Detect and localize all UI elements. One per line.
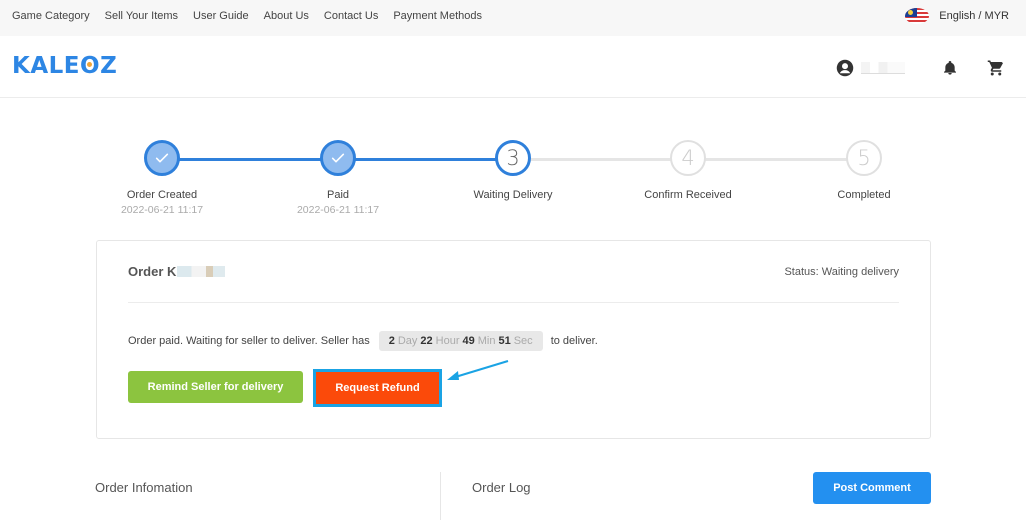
- post-comment-button[interactable]: Post Comment: [813, 472, 931, 504]
- order-card: Order K Status: Waiting delivery Order p…: [96, 240, 931, 439]
- order-log-heading: Order Log: [472, 480, 531, 495]
- step-waiting-delivery: 3 Waiting Delivery: [423, 138, 603, 201]
- nav-user-guide[interactable]: User Guide: [193, 10, 249, 22]
- step-number: 5: [846, 140, 882, 176]
- site-header: KALEOZ: [0, 36, 1026, 98]
- step-number: 4: [670, 140, 706, 176]
- check-icon: [320, 140, 356, 176]
- step-label: Paid: [326, 189, 350, 201]
- nav-sell-your-items[interactable]: Sell Your Items: [105, 10, 178, 22]
- nav-about-us[interactable]: About Us: [264, 10, 309, 22]
- nav-contact-us[interactable]: Contact Us: [324, 10, 378, 22]
- countdown-days: 2: [388, 335, 395, 347]
- step-label: Order Created: [126, 189, 198, 201]
- order-status: Status: Waiting delivery: [784, 266, 899, 278]
- step-order-created: Order Created 2022-06-21 11:17: [72, 138, 252, 216]
- order-progress-stepper: Order Created 2022-06-21 11:17 Paid 2022…: [0, 138, 1026, 228]
- annotation-arrow-icon: [447, 360, 509, 380]
- language-label: English / MYR: [939, 10, 1009, 22]
- header-actions: [835, 58, 1006, 78]
- countdown-hours-label: Hour: [435, 335, 460, 347]
- step-label: Confirm Received: [644, 189, 732, 201]
- order-id-redacted: [177, 266, 226, 277]
- order-title: Order K: [128, 264, 226, 279]
- user-name-redacted[interactable]: [861, 62, 905, 74]
- countdown-minutes-label: Min: [477, 335, 496, 347]
- request-refund-button[interactable]: Request Refund: [316, 372, 439, 404]
- step-paid: Paid 2022-06-21 11:17: [248, 138, 428, 216]
- countdown-minutes: 49: [462, 335, 475, 347]
- top-bar: Game Category Sell Your Items User Guide…: [0, 0, 1026, 36]
- countdown-days-label: Day: [397, 335, 418, 347]
- language-currency-selector[interactable]: English / MYR: [905, 6, 1009, 26]
- countdown-seconds: 51: [498, 335, 511, 347]
- message-after: to deliver.: [550, 335, 598, 347]
- cart-icon[interactable]: [986, 58, 1006, 78]
- card-divider: [128, 302, 899, 303]
- countdown-seconds-label: Sec: [513, 335, 533, 347]
- refund-highlight-box: Request Refund: [313, 369, 442, 407]
- step-date: 2022-06-21 11:17: [296, 204, 380, 216]
- countdown-hours: 22: [420, 335, 433, 347]
- step-confirm-received: 4 Confirm Received: [598, 138, 778, 201]
- order-information-heading: Order Infomation: [95, 480, 193, 495]
- account-icon[interactable]: [835, 58, 855, 78]
- malaysia-flag-icon: [905, 8, 930, 24]
- check-icon: [144, 140, 180, 176]
- delivery-countdown: 2 Day 22 Hour 49 Min 51 Sec: [378, 331, 543, 351]
- step-completed: 5 Completed: [774, 138, 954, 201]
- top-nav: Game Category Sell Your Items User Guide…: [12, 0, 482, 32]
- step-date: 2022-06-21 11:17: [120, 204, 204, 216]
- delivery-message: Order paid. Waiting for seller to delive…: [128, 331, 598, 351]
- section-divider: [440, 472, 441, 520]
- nav-payment-methods[interactable]: Payment Methods: [393, 10, 482, 22]
- remind-seller-button[interactable]: Remind Seller for delivery: [128, 371, 303, 403]
- message-before: Order paid. Waiting for seller to delive…: [128, 335, 370, 347]
- bell-icon[interactable]: [940, 58, 960, 78]
- step-number: 3: [495, 140, 531, 176]
- step-label: Completed: [837, 189, 891, 201]
- kaleoz-logo[interactable]: KALEOZ: [12, 53, 117, 79]
- step-label: Waiting Delivery: [473, 189, 553, 201]
- order-title-prefix: Order K: [128, 264, 177, 279]
- nav-game-category[interactable]: Game Category: [12, 10, 90, 22]
